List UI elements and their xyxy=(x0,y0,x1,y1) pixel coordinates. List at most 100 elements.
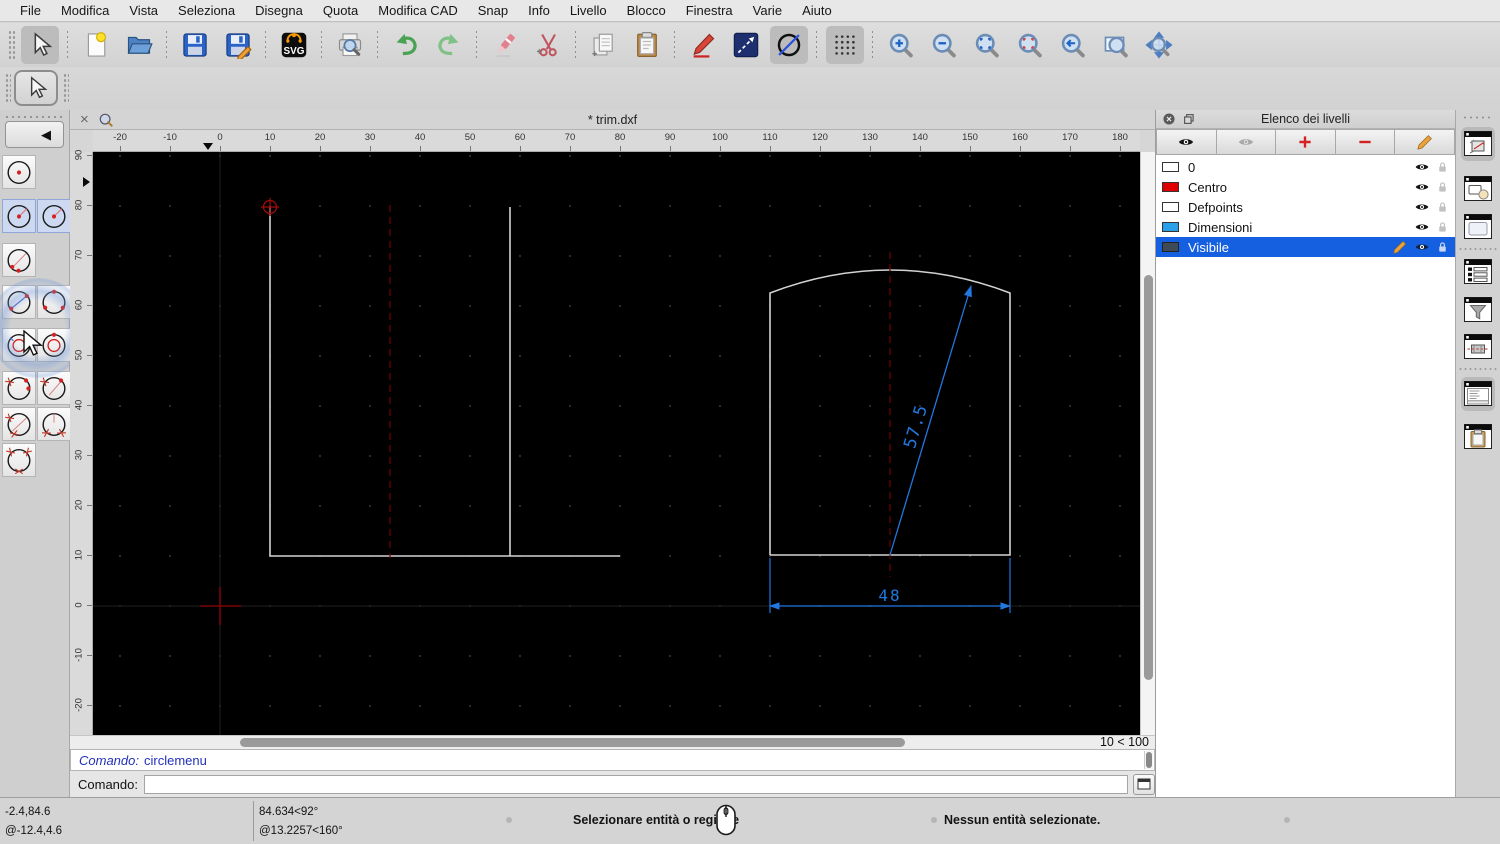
menu-disegna[interactable]: Disegna xyxy=(245,3,313,18)
circle-tangent-e-button[interactable] xyxy=(2,443,36,477)
circle-tangent-b-button[interactable] xyxy=(37,371,71,405)
menu-finestra[interactable]: Finestra xyxy=(676,3,743,18)
copy-button[interactable] xyxy=(585,26,623,64)
circle-tangent-d-button[interactable] xyxy=(37,407,71,441)
show-all-layers-button[interactable] xyxy=(1156,129,1217,155)
zoom-in-button[interactable] xyxy=(882,26,920,64)
menu-livello[interactable]: Livello xyxy=(560,3,617,18)
paste-button[interactable] xyxy=(628,26,666,64)
export-svg-button[interactable]: SVG xyxy=(275,26,313,64)
menu-seleziona[interactable]: Seleziona xyxy=(168,3,245,18)
layer-row-dimensioni[interactable]: Dimensioni xyxy=(1156,217,1455,237)
layer-row-centro[interactable]: Centro xyxy=(1156,177,1455,197)
menu-file[interactable]: File xyxy=(10,3,51,18)
menu-snap[interactable]: Snap xyxy=(468,3,518,18)
block-list-widget-button[interactable] xyxy=(1461,172,1495,206)
command-history-scrollbar-thumb[interactable] xyxy=(1146,752,1152,768)
horizontal-scrollbar[interactable]: 10 < 100 xyxy=(70,735,1155,749)
menu-quota[interactable]: Quota xyxy=(313,3,368,18)
open-file-button[interactable] xyxy=(120,26,158,64)
add-layer-button[interactable] xyxy=(1276,129,1336,155)
edit-layer-button[interactable] xyxy=(1395,129,1455,155)
circle-three-points-button[interactable] xyxy=(37,285,71,319)
circle-center-radius-button[interactable] xyxy=(2,199,36,233)
drawing-canvas[interactable]: 57.5 48 xyxy=(93,152,1140,735)
layer-row-0[interactable]: 0 xyxy=(1156,157,1455,177)
dock-drag-handle[interactable] xyxy=(1462,115,1494,120)
command-options-widget-button[interactable] xyxy=(1461,255,1495,289)
command-window-toggle-button[interactable] xyxy=(1133,773,1155,795)
library-browser-widget-button[interactable] xyxy=(1461,210,1495,244)
tool-options-widget-button[interactable] xyxy=(1461,330,1495,364)
zoom-previous-button[interactable] xyxy=(1011,26,1049,64)
redo-button[interactable] xyxy=(430,26,468,64)
draw-circle-button[interactable] xyxy=(769,26,808,64)
layer-visibility-icon[interactable] xyxy=(1414,179,1430,195)
save-as-button[interactable] xyxy=(219,26,257,64)
snap-grid-button[interactable] xyxy=(825,26,864,64)
circle-tangent-a-button[interactable] xyxy=(2,371,36,405)
circle-center-point-button[interactable] xyxy=(2,155,36,189)
layer-lock-icon[interactable] xyxy=(1436,159,1449,175)
command-input[interactable] xyxy=(143,774,1129,794)
circle-two-points-button[interactable] xyxy=(2,243,36,277)
menu-vista[interactable]: Vista xyxy=(119,3,168,18)
layer-visibility-icon[interactable] xyxy=(1414,159,1430,175)
menu-modifica[interactable]: Modifica xyxy=(51,3,119,18)
print-preview-button[interactable] xyxy=(331,26,369,64)
menu-info[interactable]: Info xyxy=(518,3,560,18)
layer-lock-icon[interactable] xyxy=(1436,199,1449,215)
vertical-scrollbar[interactable] xyxy=(1140,152,1155,735)
menu-blocco[interactable]: Blocco xyxy=(617,3,676,18)
undo-button[interactable] xyxy=(387,26,425,64)
float-panel-icon[interactable] xyxy=(1182,112,1196,126)
left-entity-lines[interactable] xyxy=(269,207,620,557)
layer-visibility-icon[interactable] xyxy=(1414,239,1430,255)
zoom-redraw-button[interactable] xyxy=(1054,26,1092,64)
command-history-scrollbar[interactable] xyxy=(1144,751,1153,769)
horizontal-scrollbar-thumb[interactable] xyxy=(240,738,905,747)
menu-modifica-cad[interactable]: Modifica CAD xyxy=(368,3,467,18)
cut-button[interactable] xyxy=(529,26,567,64)
zoom-auto-button[interactable] xyxy=(968,26,1006,64)
layer-edit-icon[interactable] xyxy=(1392,239,1408,255)
layer-row-visibile[interactable]: Visibile xyxy=(1156,237,1455,257)
palette-back-button[interactable]: ◀ xyxy=(5,121,64,148)
new-document-button[interactable] xyxy=(77,26,115,64)
circle-radius-point-button[interactable] xyxy=(37,199,71,233)
remove-layer-button[interactable] xyxy=(1335,129,1396,155)
toolbar-drag-handle[interactable] xyxy=(8,30,16,60)
layer-visibility-icon[interactable] xyxy=(1414,199,1430,215)
layer-row-defpoints[interactable]: Defpoints xyxy=(1156,197,1455,217)
zoom-pan-button[interactable] xyxy=(1140,26,1178,64)
close-panel-icon[interactable] xyxy=(1162,112,1176,126)
draw-line-button[interactable] xyxy=(727,26,765,64)
layer-lock-icon[interactable] xyxy=(1436,219,1449,235)
save-button[interactable] xyxy=(176,26,214,64)
menu-aiuto[interactable]: Aiuto xyxy=(792,3,842,18)
selection-filter-widget-button[interactable] xyxy=(1461,293,1495,327)
toolbar-drag-handle[interactable] xyxy=(5,73,11,103)
menu-varie[interactable]: Varie xyxy=(743,3,792,18)
toolbar-drag-handle[interactable] xyxy=(63,73,69,103)
clipboard-widget-button[interactable] xyxy=(1461,420,1495,454)
layer-list-widget-button[interactable] xyxy=(1461,127,1495,161)
layer-lock-icon[interactable] xyxy=(1436,179,1449,195)
delete-entities-button[interactable] xyxy=(486,26,524,64)
palette-drag-handle[interactable] xyxy=(4,114,64,120)
select-cursor-button[interactable] xyxy=(20,26,59,64)
zoom-window-button[interactable] xyxy=(1097,26,1135,64)
draw-point-button[interactable] xyxy=(684,26,722,64)
circle-two-points-radius-button[interactable] xyxy=(2,285,36,319)
layer-visibility-icon[interactable] xyxy=(1414,219,1430,235)
vertical-scrollbar-thumb[interactable] xyxy=(1144,275,1153,680)
hide-all-layers-button[interactable] xyxy=(1216,129,1277,155)
circle-concentric-point-button[interactable] xyxy=(37,328,71,362)
layer-lock-icon[interactable] xyxy=(1436,239,1449,255)
zoom-out-button[interactable] xyxy=(925,26,963,64)
circle-tangent-c-button[interactable] xyxy=(2,407,36,441)
circle-concentric-button[interactable] xyxy=(2,328,36,362)
radius-dimension[interactable]: 57.5 xyxy=(889,284,972,556)
select-cursor-button[interactable] xyxy=(14,70,58,106)
command-line-widget-button[interactable] xyxy=(1461,377,1495,411)
